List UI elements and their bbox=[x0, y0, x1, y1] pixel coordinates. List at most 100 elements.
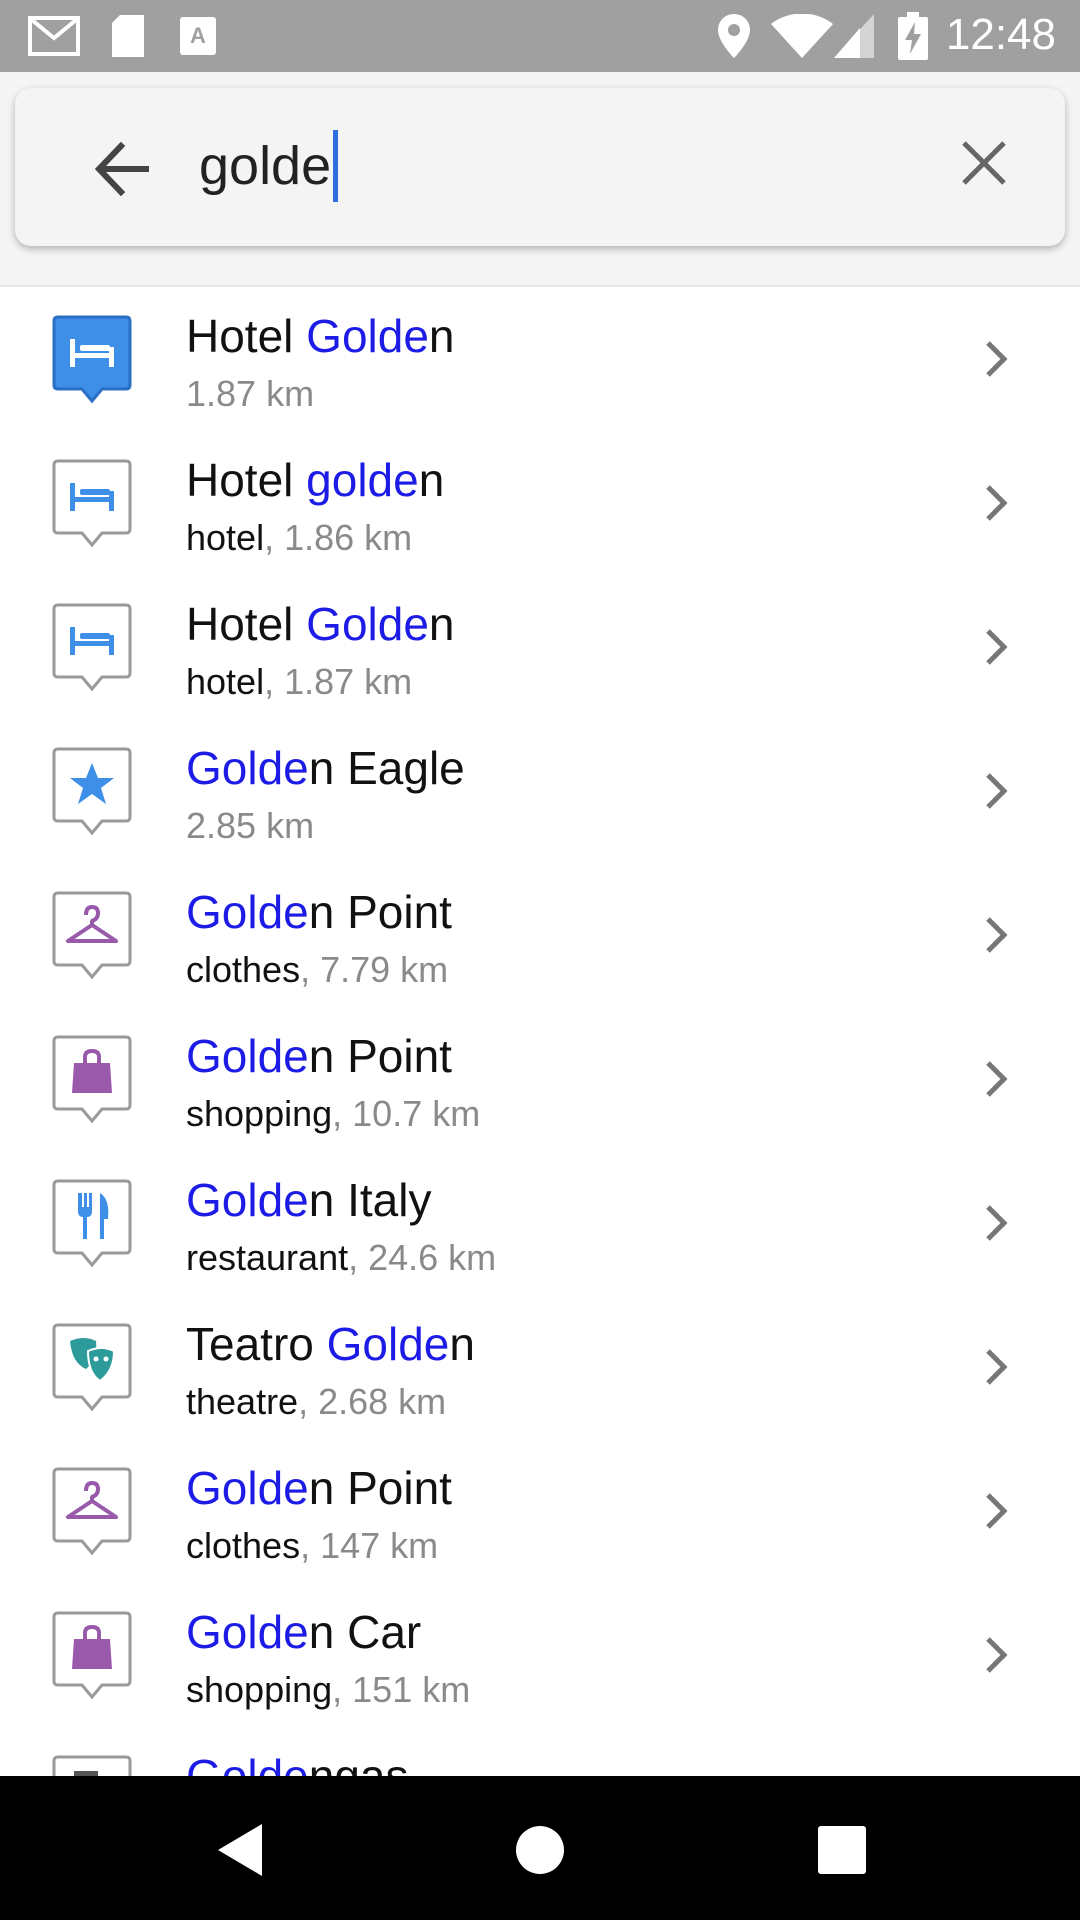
chevron-right-icon bbox=[982, 1057, 1012, 1101]
result-distance: , 24.6 km bbox=[348, 1237, 497, 1278]
result-subtitle: shopping, 151 km bbox=[186, 1669, 470, 1711]
result-distance: , 147 km bbox=[300, 1525, 439, 1566]
sd-card-icon bbox=[108, 14, 148, 58]
result-distance: , 1.86 km bbox=[264, 517, 413, 558]
result-title: Golden Eagle bbox=[186, 741, 465, 795]
title-suffix: n Eagle bbox=[308, 742, 465, 794]
search-header: golde bbox=[0, 72, 1080, 287]
result-subtitle: theatre, 2.68 km bbox=[186, 1381, 446, 1423]
title-match: Golde bbox=[186, 1030, 309, 1082]
hanger-icon bbox=[52, 889, 132, 981]
result-category: shopping bbox=[186, 1669, 333, 1710]
result-distance: , 10.7 km bbox=[332, 1093, 481, 1134]
result-subtitle: 1.87 km bbox=[186, 373, 314, 415]
arrow-left-icon[interactable] bbox=[93, 141, 153, 197]
keyboard-icon: A bbox=[178, 14, 218, 58]
result-subtitle: restaurant, 24.6 km bbox=[186, 1237, 496, 1279]
nav-recents-icon[interactable] bbox=[812, 1820, 872, 1880]
result-distance: 1.87 km bbox=[186, 373, 315, 414]
result-title: Teatro Golden bbox=[186, 1317, 475, 1371]
chevron-right-icon bbox=[982, 1633, 1012, 1677]
hotel-icon bbox=[52, 457, 132, 549]
chevron-right-icon bbox=[982, 481, 1012, 525]
search-input[interactable]: golde bbox=[199, 130, 339, 202]
nav-back-icon[interactable] bbox=[210, 1820, 270, 1880]
result-title: Golden Point bbox=[186, 1461, 452, 1515]
title-suffix: n Point bbox=[308, 1030, 452, 1082]
result-category: theatre bbox=[186, 1381, 299, 1422]
title-match: Golde bbox=[306, 598, 429, 650]
text-caret bbox=[333, 130, 339, 202]
title-match: Golde bbox=[186, 1462, 309, 1514]
chevron-right-icon bbox=[982, 1201, 1012, 1245]
result-title: Hotel golden bbox=[186, 453, 444, 507]
hotel-icon bbox=[52, 601, 132, 693]
title-suffix: n Point bbox=[308, 886, 452, 938]
wifi-icon bbox=[770, 14, 834, 58]
chevron-right-icon bbox=[982, 769, 1012, 813]
title-suffix: n bbox=[449, 1318, 475, 1370]
signal-icon bbox=[834, 14, 874, 58]
result-row[interactable]: Goldengas bbox=[0, 1727, 1080, 1776]
result-title: Golden Italy bbox=[186, 1173, 431, 1227]
chevron-right-icon bbox=[982, 913, 1012, 957]
title-match: Golde bbox=[186, 1606, 309, 1658]
result-subtitle: clothes, 7.79 km bbox=[186, 949, 448, 991]
navigation-bar bbox=[0, 1776, 1080, 1920]
result-row[interactable]: Teatro Golden theatre, 2.68 km bbox=[0, 1295, 1080, 1439]
title-suffix: n Car bbox=[308, 1606, 422, 1658]
shopping-bag-icon bbox=[52, 1609, 132, 1701]
shopping-bag-icon bbox=[52, 1033, 132, 1125]
result-subtitle: hotel, 1.86 km bbox=[186, 517, 412, 559]
result-row[interactable]: Hotel Golden hotel, 1.87 km bbox=[0, 575, 1080, 719]
nav-home-icon[interactable] bbox=[510, 1820, 570, 1880]
result-title: Goldengas bbox=[186, 1749, 409, 1776]
result-row[interactable]: Golden Point clothes, 147 km bbox=[0, 1439, 1080, 1583]
status-bar: A 12:48 bbox=[0, 0, 1080, 72]
result-title: Hotel Golden bbox=[186, 309, 455, 363]
clock-time: 12:48 bbox=[945, 10, 1056, 59]
title-suffix: n bbox=[418, 454, 445, 506]
title-match: Golde bbox=[186, 742, 309, 794]
result-row[interactable]: Golden Car shopping, 151 km bbox=[0, 1583, 1080, 1727]
result-distance: 2.85 km bbox=[186, 805, 315, 846]
svg-text:A: A bbox=[190, 23, 206, 48]
title-match: Golde bbox=[326, 1318, 450, 1370]
result-category: shopping bbox=[186, 1093, 333, 1134]
result-title: Hotel Golden bbox=[186, 597, 455, 651]
result-row[interactable]: Golden Italy restaurant, 24.6 km bbox=[0, 1151, 1080, 1295]
result-distance: , 2.68 km bbox=[298, 1381, 447, 1422]
result-distance: , 7.79 km bbox=[300, 949, 449, 990]
close-icon[interactable] bbox=[959, 138, 1009, 188]
result-row[interactable]: Hotel Golden 1.87 km bbox=[0, 287, 1080, 431]
result-distance: , 151 km bbox=[332, 1669, 471, 1710]
result-subtitle: shopping, 10.7 km bbox=[186, 1093, 480, 1135]
title-suffix: n bbox=[428, 310, 455, 362]
title-match: Golde bbox=[306, 310, 429, 362]
result-subtitle: clothes, 147 km bbox=[186, 1525, 438, 1567]
fork-knife-icon bbox=[52, 1177, 132, 1269]
location-icon bbox=[716, 14, 752, 58]
title-suffix: n Italy bbox=[308, 1174, 432, 1226]
title-prefix: Hotel bbox=[186, 454, 307, 506]
title-match: Golde bbox=[186, 1174, 309, 1226]
hanger-icon bbox=[52, 1465, 132, 1557]
result-row[interactable]: Golden Point clothes, 7.79 km bbox=[0, 863, 1080, 1007]
result-category: hotel bbox=[186, 517, 265, 558]
result-row[interactable]: Golden Eagle 2.85 km bbox=[0, 719, 1080, 863]
result-row[interactable]: Hotel golden hotel, 1.86 km bbox=[0, 431, 1080, 575]
battery-charging-icon bbox=[896, 12, 930, 60]
title-suffix: n Point bbox=[308, 1462, 452, 1514]
result-distance: , 1.87 km bbox=[264, 661, 413, 702]
chevron-right-icon bbox=[982, 625, 1012, 669]
theatre-masks-icon bbox=[52, 1321, 132, 1413]
search-box: golde bbox=[15, 88, 1065, 246]
result-subtitle: hotel, 1.87 km bbox=[186, 661, 412, 703]
title-suffix: n bbox=[428, 598, 455, 650]
search-results-list: Hotel Golden 1.87 km Hotel golden hotel, 1.… bbox=[0, 287, 1080, 1776]
gmail-icon bbox=[26, 14, 82, 58]
result-title: Golden Car bbox=[186, 1605, 421, 1659]
chevron-right-icon bbox=[982, 337, 1012, 381]
title-prefix: Hotel bbox=[186, 310, 307, 362]
result-row[interactable]: Golden Point shopping, 10.7 km bbox=[0, 1007, 1080, 1151]
